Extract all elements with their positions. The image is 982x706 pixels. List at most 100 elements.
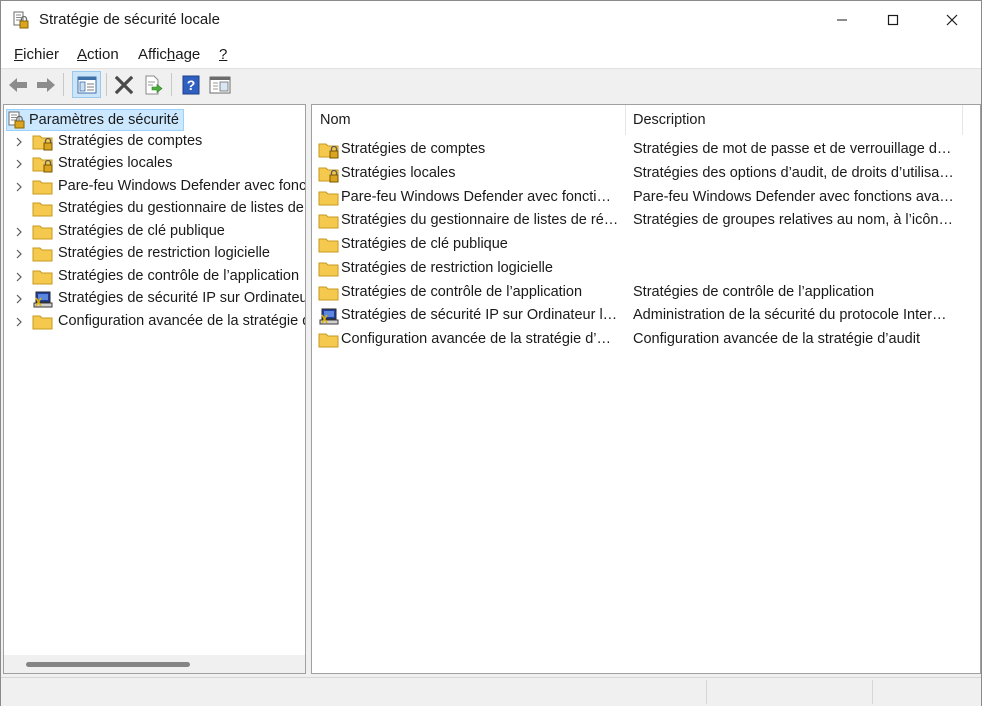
tree-item-public-key[interactable]: Stratégies de clé publique xyxy=(4,221,304,243)
app-window: Stratégie de sécurité locale Fichier Act… xyxy=(0,0,982,706)
tree-item-network-list-manager[interactable]: Stratégies du gestionnaire de listes de … xyxy=(4,198,305,220)
export-list-icon xyxy=(145,75,163,95)
chevron-right-icon[interactable] xyxy=(14,181,24,193)
details-list-pane[interactable]: Nom Description Stratégies de comptes St… xyxy=(311,104,981,674)
toolbar: ? xyxy=(1,68,981,100)
folder-icon xyxy=(32,270,53,285)
folder-icon xyxy=(318,333,339,348)
list-row-application-control[interactable]: Stratégies de contrôle de l’application … xyxy=(312,281,980,305)
tree-item-label: Stratégies de sécurité IP sur Ordinateur… xyxy=(58,290,306,306)
ipsec-computer-icon xyxy=(319,308,339,325)
maximize-button[interactable] xyxy=(870,1,916,39)
export-list-button[interactable] xyxy=(140,72,166,98)
menu-help[interactable]: ? xyxy=(219,46,227,63)
security-settings-icon xyxy=(8,111,25,129)
status-bar xyxy=(1,677,981,706)
menu-action[interactable]: Action xyxy=(77,46,119,63)
locked-folder-icon xyxy=(318,143,339,159)
console-tree-pane[interactable]: Paramètres de sécurité Stratégies de com… xyxy=(3,104,306,674)
tree-item-account-policies[interactable]: Stratégies de comptes xyxy=(4,131,304,153)
folder-icon xyxy=(32,225,53,240)
list-row-software-restriction[interactable]: Stratégies de restriction logicielle xyxy=(312,257,980,281)
delete-icon xyxy=(114,75,134,95)
list-row-name: Stratégies de restriction logicielle xyxy=(341,260,553,276)
menu-bar: Fichier Action Affichage ? xyxy=(1,39,981,68)
chevron-right-icon[interactable] xyxy=(14,293,24,305)
list-row-local-policies[interactable]: Stratégies locales Stratégies des option… xyxy=(312,162,980,186)
properties-view-button[interactable] xyxy=(207,72,233,98)
list-row-account-policies[interactable]: Stratégies de comptes Stratégies de mot … xyxy=(312,138,980,162)
tree-item-label: Stratégies de contrôle de l’application xyxy=(58,268,300,284)
tree-item-ipsec[interactable]: Stratégies de sécurité IP sur Ordinateur… xyxy=(4,288,306,310)
folder-icon xyxy=(32,202,53,217)
list-row-name: Pare-feu Windows Defender avec fonctio… xyxy=(341,189,619,205)
list-row-name: Stratégies de sécurité IP sur Ordinateur… xyxy=(341,307,619,323)
list-row-name: Stratégies du gestionnaire de listes de … xyxy=(341,212,619,228)
list-row-firewall[interactable]: Pare-feu Windows Defender avec fonctio… … xyxy=(312,186,980,210)
list-row-name: Stratégies locales xyxy=(341,165,456,181)
help-button[interactable]: ? xyxy=(178,72,204,98)
properties-view-icon xyxy=(209,76,231,94)
show-hide-tree-button[interactable] xyxy=(72,71,101,98)
tree-item-application-control[interactable]: Stratégies de contrôle de l’application xyxy=(4,266,304,288)
tree-root-security-settings[interactable]: Paramètres de sécurité xyxy=(6,109,184,131)
column-header-description[interactable]: Description xyxy=(633,105,953,135)
menu-affichage[interactable]: Affichage xyxy=(138,46,200,63)
chevron-right-icon[interactable] xyxy=(14,248,24,260)
list-row-advanced-audit[interactable]: Configuration avancée de la stratégie d’… xyxy=(312,328,980,352)
locked-folder-icon xyxy=(318,167,339,183)
list-row-description: Configuration avancée de la stratégie d’… xyxy=(633,331,920,347)
chevron-right-icon[interactable] xyxy=(14,158,24,170)
menu-affichage-label-end: age xyxy=(175,46,201,63)
tree-item-label: Stratégies de comptes xyxy=(58,133,203,149)
minimize-button[interactable] xyxy=(819,1,865,39)
back-button[interactable] xyxy=(5,72,31,98)
back-arrow-icon xyxy=(9,78,27,92)
tree-item-label: Pare-feu Windows Defender avec fonctions… xyxy=(58,178,306,194)
list-row-name: Configuration avancée de la stratégie d’… xyxy=(341,331,619,347)
horizontal-scrollbar[interactable] xyxy=(4,655,305,673)
tree-item-label: Stratégies du gestionnaire de listes de … xyxy=(58,200,305,216)
status-bar-divider xyxy=(872,680,873,704)
menu-affichage-mnemonic: h xyxy=(166,46,176,63)
horizontal-scrollbar-thumb[interactable] xyxy=(26,662,190,667)
ipsec-computer-icon xyxy=(33,291,53,308)
tree-item-local-policies[interactable]: Stratégies locales xyxy=(4,153,304,175)
column-divider[interactable] xyxy=(625,105,626,135)
delete-button[interactable] xyxy=(111,72,137,98)
list-row-public-key[interactable]: Stratégies de clé publique xyxy=(312,233,980,257)
title-bar[interactable]: Stratégie de sécurité locale xyxy=(1,1,981,39)
window-title: Stratégie de sécurité locale xyxy=(39,11,220,28)
list-row-description: Stratégies de groupes relatives au nom, … xyxy=(633,212,958,228)
tree-item-software-restriction[interactable]: Stratégies de restriction logicielle xyxy=(4,243,304,265)
menu-affichage-label-start: Affic xyxy=(138,46,167,63)
locked-folder-icon xyxy=(32,157,53,173)
list-row-ipsec[interactable]: Stratégies de sécurité IP sur Ordinateur… xyxy=(312,304,980,328)
status-bar-divider xyxy=(706,680,707,704)
tree-item-firewall[interactable]: Pare-feu Windows Defender avec fonctions… xyxy=(4,176,306,198)
list-row-description: Stratégies des options d’audit, de droit… xyxy=(633,165,954,181)
list-row-description: Stratégies de contrôle de l’application xyxy=(633,284,875,300)
chevron-right-icon[interactable] xyxy=(14,136,24,148)
tree-item-advanced-audit[interactable]: Configuration avancée de la stratégie d’… xyxy=(4,311,305,333)
close-button[interactable] xyxy=(929,1,975,39)
chevron-right-icon[interactable] xyxy=(14,271,24,283)
folder-icon xyxy=(32,315,53,330)
chevron-right-icon[interactable] xyxy=(14,226,24,238)
menu-fichier-mnemonic: F xyxy=(14,46,24,63)
column-header-name[interactable]: Nom xyxy=(320,105,620,135)
forward-button[interactable] xyxy=(33,72,59,98)
menu-action-mnemonic: A xyxy=(77,46,88,63)
menu-help-mnemonic: ? xyxy=(219,46,228,63)
folder-icon xyxy=(32,180,53,195)
locked-folder-icon xyxy=(32,135,53,151)
chevron-right-icon[interactable] xyxy=(14,316,24,328)
folder-icon xyxy=(318,214,339,229)
tree-item-label: Stratégies locales xyxy=(58,155,173,171)
menu-fichier[interactable]: Fichier xyxy=(14,46,59,63)
column-divider[interactable] xyxy=(962,105,963,135)
show-hide-console-tree-icon xyxy=(77,76,96,93)
list-row-name: Stratégies de contrôle de l’application xyxy=(341,284,583,300)
list-row-network-list-manager[interactable]: Stratégies du gestionnaire de listes de … xyxy=(312,209,980,233)
tree-item-label: Stratégies de clé publique xyxy=(58,223,225,239)
